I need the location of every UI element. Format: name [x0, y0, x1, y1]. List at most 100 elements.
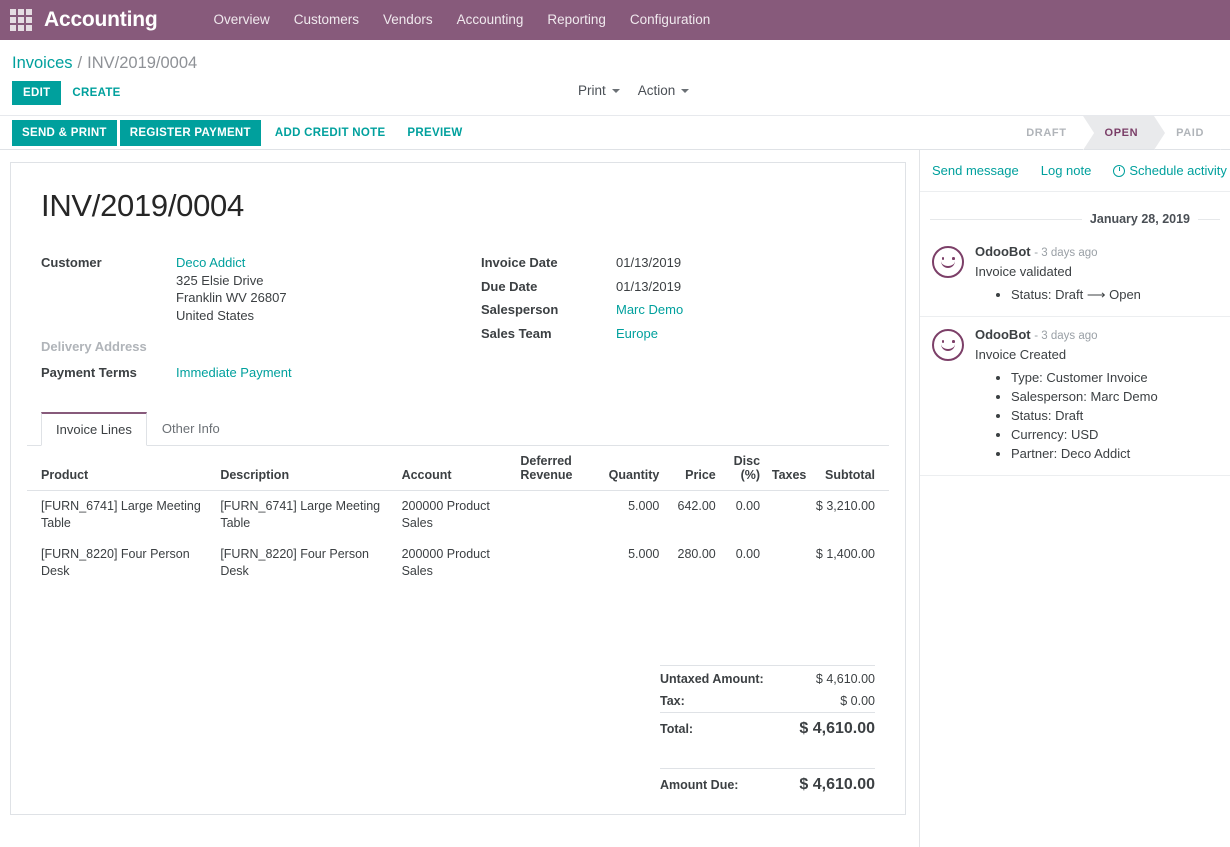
- tax-row: Tax: $ 0.00: [660, 690, 875, 712]
- table-row[interactable]: [FURN_8220] Four Person Desk [FURN_8220]…: [27, 539, 889, 587]
- menu-item-vendors[interactable]: Vendors: [371, 0, 445, 40]
- add-credit-note-button[interactable]: ADD CREDIT NOTE: [264, 120, 397, 146]
- chevron-down-icon: [611, 88, 620, 93]
- cell-deferred-revenue: [516, 491, 595, 540]
- field-delivery-address: Delivery Address: [41, 338, 481, 356]
- cell-account: 200000 Product Sales: [401, 499, 490, 530]
- tax-value: $ 0.00: [840, 694, 875, 708]
- control-panel-buttons: EDIT CREATE Print Action: [0, 75, 1230, 115]
- apps-grid-icon[interactable]: [8, 7, 34, 33]
- chevron-down-icon: [681, 88, 690, 93]
- cell-quantity: 5.000: [628, 499, 660, 513]
- untaxed-amount-label: Untaxed Amount:: [660, 672, 764, 686]
- clock-icon: [1113, 164, 1126, 177]
- menu-item-accounting[interactable]: Accounting: [445, 0, 536, 40]
- list-item: Type: Customer Invoice: [1011, 368, 1218, 387]
- action-dropdown[interactable]: Action: [638, 83, 690, 98]
- print-dropdown[interactable]: Print: [578, 83, 620, 98]
- invoice-date-value[interactable]: 01/13/2019: [616, 254, 681, 272]
- message-body: OdooBot - 3 days ago Invoice validated S…: [975, 244, 1218, 304]
- menu-item-customers[interactable]: Customers: [282, 0, 371, 40]
- list-item: Salesperson: Marc Demo: [1011, 387, 1218, 406]
- send-message-label: Send message: [932, 163, 1019, 178]
- invoice-date-label: Invoice Date: [481, 255, 558, 270]
- send-message-button[interactable]: Send message: [932, 163, 1019, 178]
- th-product: Product: [27, 446, 217, 491]
- total-value: $ 4,610.00: [799, 720, 875, 737]
- status-pipeline: DRAFT OPEN PAID: [1004, 116, 1230, 150]
- log-note-button[interactable]: Log note: [1041, 163, 1092, 178]
- app-brand-title: Accounting: [44, 8, 158, 31]
- message-detail-list: Type: Customer Invoice Salesperson: Marc…: [975, 368, 1218, 463]
- status-draft[interactable]: DRAFT: [1004, 116, 1094, 150]
- message-author[interactable]: OdooBot: [975, 327, 1031, 342]
- menu-item-reporting[interactable]: Reporting: [535, 0, 618, 40]
- customer-label: Customer: [41, 255, 102, 270]
- table-body: [FURN_6741] Large Meeting Table [FURN_67…: [27, 491, 889, 588]
- breadcrumb-root-link[interactable]: Invoices: [12, 54, 73, 73]
- control-panel: Invoices / INV/2019/0004 EDIT CREATE Pri…: [0, 40, 1230, 116]
- chatter-panel: Send message Log note Schedule activity …: [920, 150, 1230, 847]
- schedule-activity-button[interactable]: Schedule activity: [1113, 163, 1227, 178]
- message-timestamp: - 3 days ago: [1034, 247, 1098, 259]
- customer-value-block: Deco Addict 325 Elsie Drive Franklin WV …: [176, 254, 287, 324]
- chatter-message: OdooBot - 3 days ago Invoice validated S…: [920, 234, 1230, 317]
- breadcrumb: Invoices / INV/2019/0004: [0, 40, 1230, 75]
- sales-team-value[interactable]: Europe: [616, 325, 658, 343]
- customer-name-link[interactable]: Deco Addict: [176, 254, 287, 272]
- cell-product: [FURN_8220] Four Person Desk: [41, 547, 190, 578]
- chatter-actions: Send message Log note Schedule activity: [920, 150, 1230, 192]
- message-text: Invoice validated: [975, 264, 1072, 279]
- field-due-date: Due Date 01/13/2019: [481, 278, 841, 296]
- cell-price: 642.00: [677, 499, 716, 513]
- message-author[interactable]: OdooBot: [975, 244, 1031, 259]
- th-deferred-revenue: Deferred Revenue: [516, 446, 595, 491]
- header-fields: Customer Deco Addict 325 Elsie Drive Fra…: [41, 254, 889, 382]
- due-date-value[interactable]: 01/13/2019: [616, 278, 681, 296]
- cell-disc: 0.00: [735, 499, 761, 513]
- header-fields-right: Invoice Date 01/13/2019 Due Date 01/13/2…: [481, 254, 841, 382]
- invoice-sheet: INV/2019/0004 Customer Deco Addict 325 E…: [10, 162, 906, 815]
- create-button[interactable]: CREATE: [61, 81, 131, 105]
- th-disc: Disc (%): [719, 446, 765, 491]
- tab-invoice-lines[interactable]: Invoice Lines: [41, 412, 147, 446]
- total-row: Total: $ 4,610.00: [660, 712, 875, 742]
- cell-product: [FURN_6741] Large Meeting Table: [41, 499, 201, 530]
- edit-button[interactable]: EDIT: [12, 81, 62, 105]
- cell-subtotal: $ 1,400.00: [815, 547, 875, 561]
- menu-item-configuration[interactable]: Configuration: [618, 0, 722, 40]
- amount-due-label: Amount Due:: [660, 778, 739, 792]
- list-item: Status: Draft: [1011, 406, 1218, 425]
- message-detail-list: Status: Draft ⟶ Open: [975, 285, 1218, 304]
- payment-terms-label: Payment Terms: [41, 364, 137, 380]
- date-separator-line-left: [930, 218, 1082, 220]
- statusbar-actions: SEND & PRINT REGISTER PAYMENT ADD CREDIT…: [0, 116, 1004, 149]
- tab-other-info[interactable]: Other Info: [147, 412, 235, 446]
- register-payment-button[interactable]: REGISTER PAYMENT: [119, 119, 261, 146]
- totals-block: Untaxed Amount: $ 4,610.00 Tax: $ 0.00 T…: [660, 665, 875, 798]
- top-navbar: Accounting Overview Customers Vendors Ac…: [0, 0, 1230, 40]
- due-date-label: Due Date: [481, 278, 538, 294]
- print-dropdown-label: Print: [578, 83, 606, 98]
- table-row[interactable]: [FURN_6741] Large Meeting Table [FURN_67…: [27, 491, 889, 540]
- th-subtotal: Subtotal: [810, 446, 889, 491]
- header-fields-left: Customer Deco Addict 325 Elsie Drive Fra…: [41, 254, 481, 382]
- list-item: Partner: Deco Addict: [1011, 444, 1218, 463]
- schedule-activity-label: Schedule activity: [1129, 163, 1227, 178]
- main-content: INV/2019/0004 Customer Deco Addict 325 E…: [0, 150, 1230, 847]
- avatar: [932, 246, 964, 278]
- cell-description: [FURN_8220] Four Person Desk: [220, 547, 369, 578]
- menu-item-overview[interactable]: Overview: [202, 0, 282, 40]
- customer-address-line-3: United States: [176, 307, 255, 323]
- totals-section: Untaxed Amount: $ 4,610.00 Tax: $ 0.00 T…: [27, 665, 889, 798]
- untaxed-amount-row: Untaxed Amount: $ 4,610.00: [660, 665, 875, 690]
- message-text: Invoice Created: [975, 347, 1067, 362]
- payment-terms-value[interactable]: Immediate Payment: [176, 364, 292, 382]
- preview-button[interactable]: PREVIEW: [396, 120, 473, 146]
- avatar-smile: [941, 342, 955, 351]
- send-and-print-button[interactable]: SEND & PRINT: [12, 119, 117, 146]
- message-body: OdooBot - 3 days ago Invoice Created Typ…: [975, 327, 1218, 463]
- salesperson-value[interactable]: Marc Demo: [616, 301, 683, 319]
- cell-price: 280.00: [677, 547, 716, 561]
- avatar: [932, 329, 964, 361]
